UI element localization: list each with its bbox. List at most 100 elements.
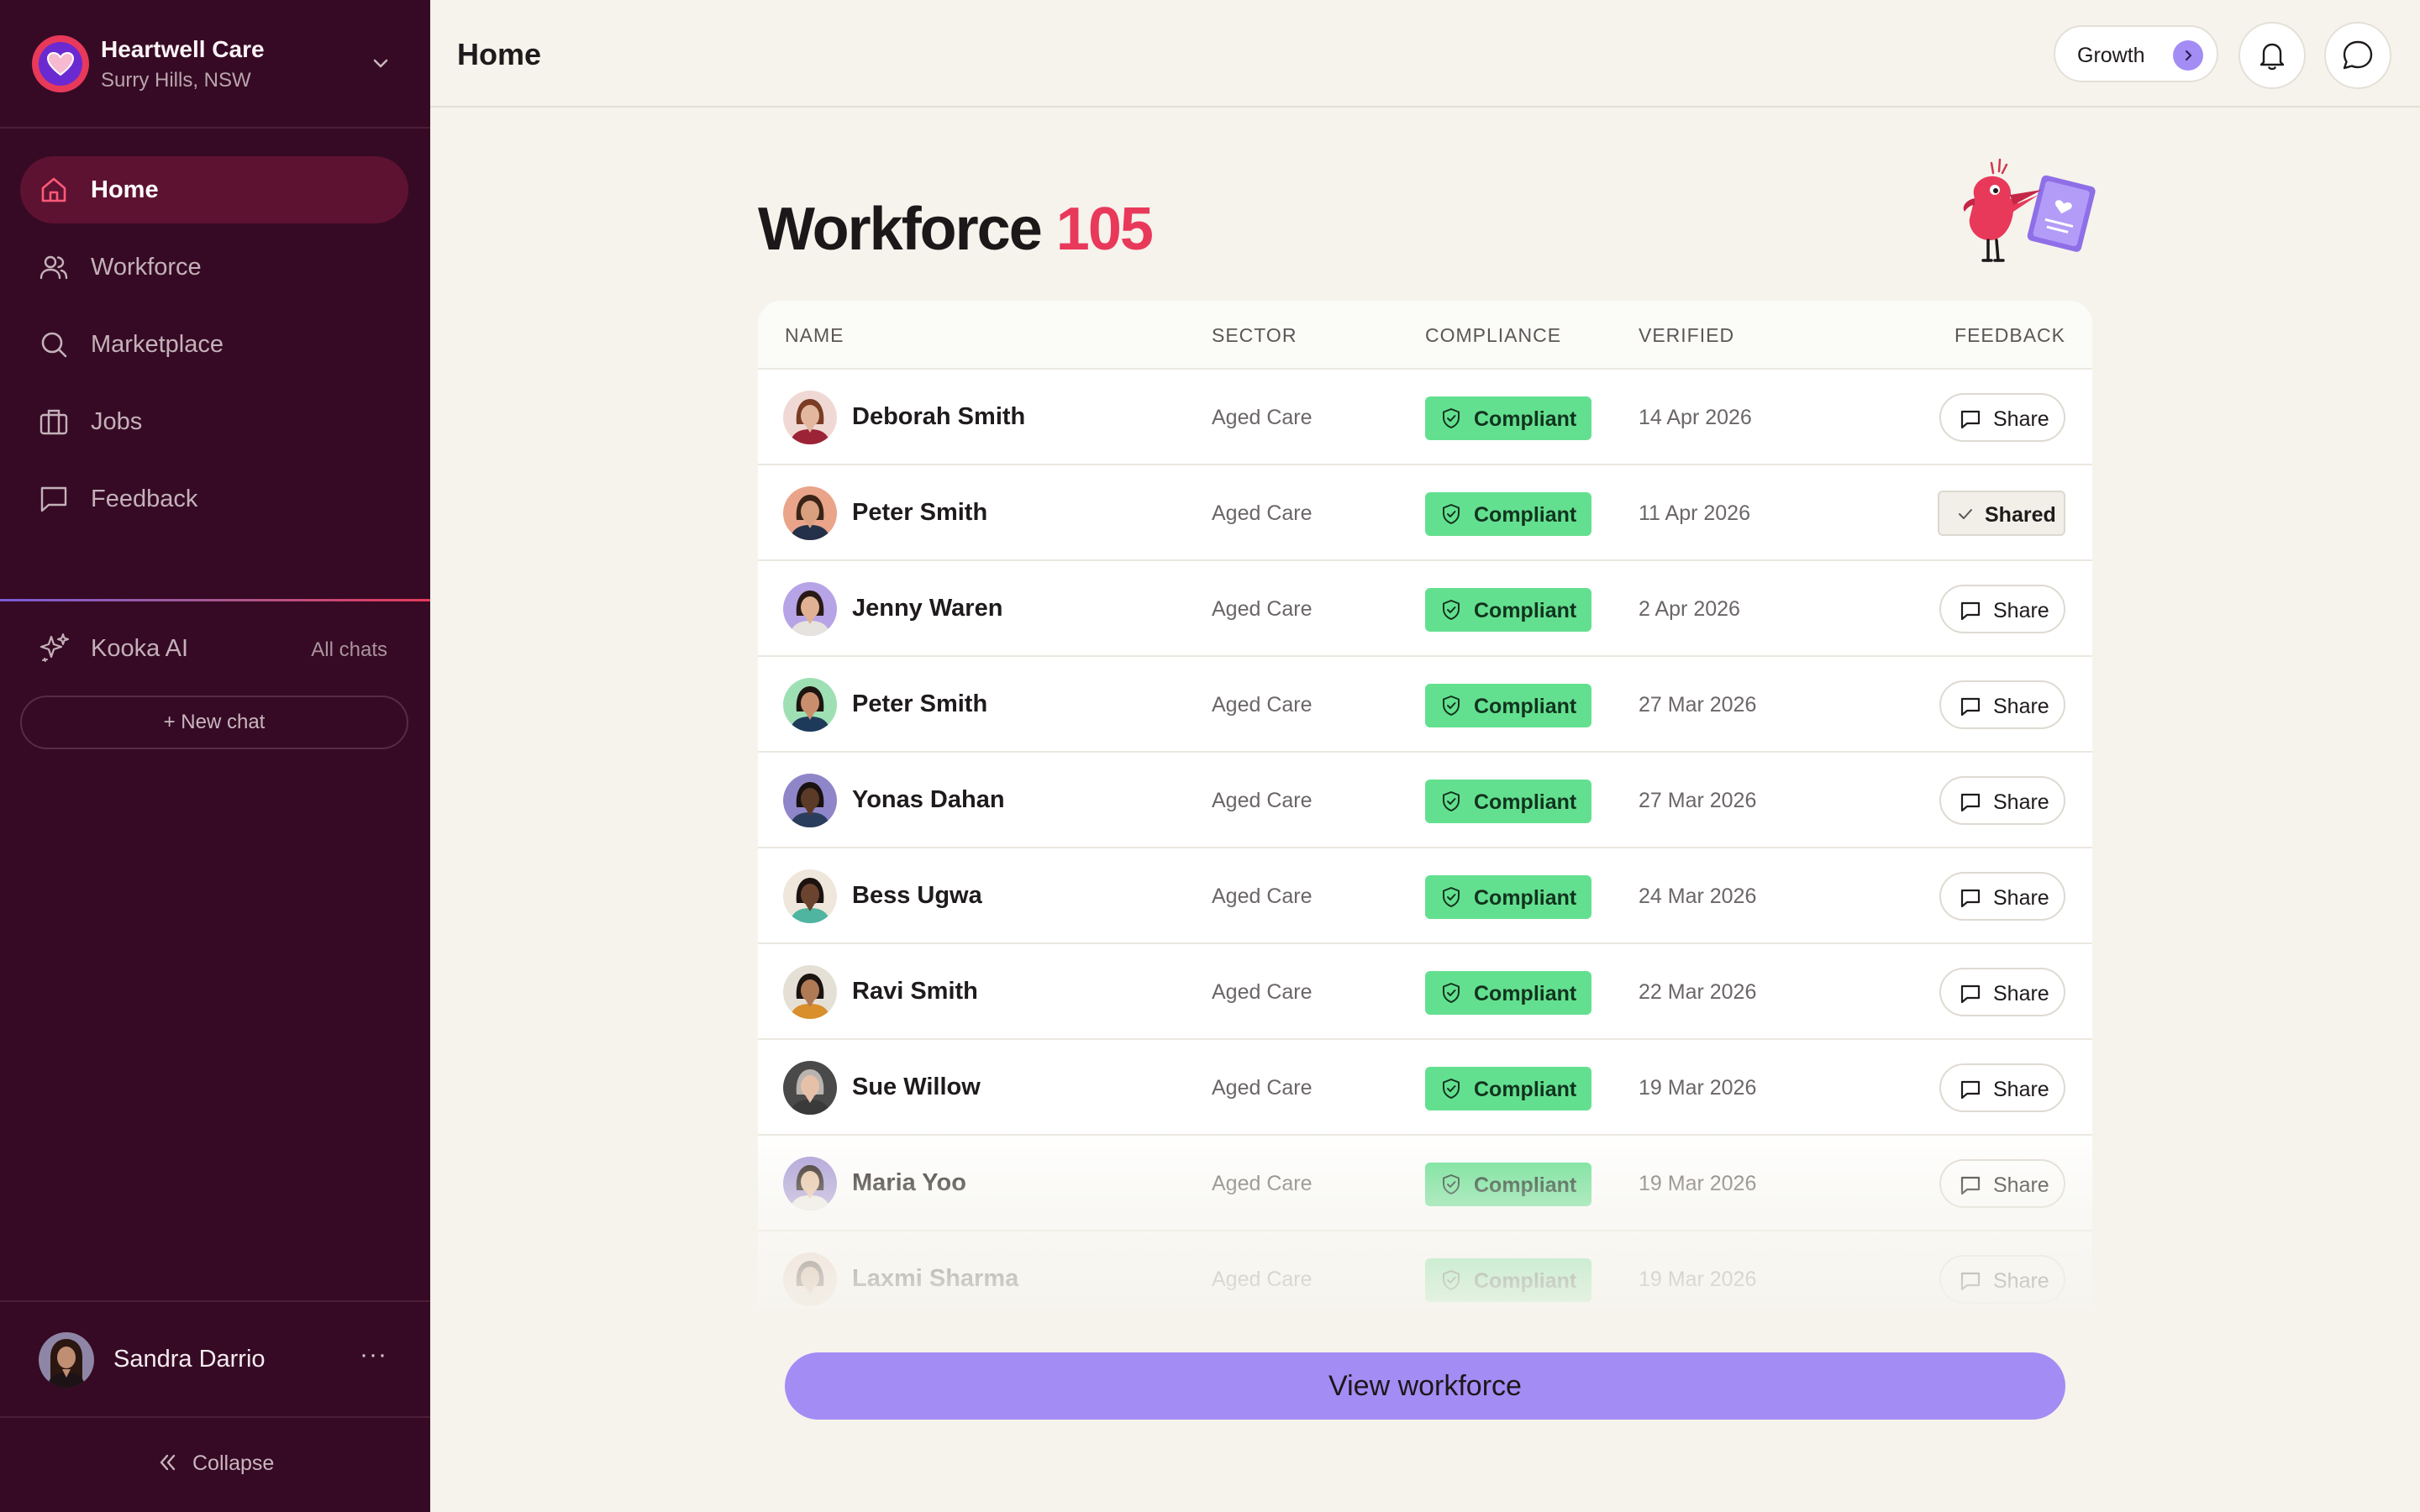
org-logo (32, 35, 89, 92)
status-badge: Compliant (1425, 684, 1591, 727)
verified-date: 11 Apr 2026 (1639, 501, 1750, 525)
compliance-label: Compliant (1474, 695, 1577, 718)
column-header-feedback[interactable]: FEEDBACK (1954, 324, 2065, 347)
org-switcher[interactable]: Heartwell Care Surry Hills, NSW (0, 0, 430, 129)
feedback-label: Share (1993, 886, 2049, 910)
shield-check-icon (1443, 983, 1460, 1003)
employee-name[interactable]: Jenny Waren (852, 595, 1002, 622)
avatar (783, 774, 837, 827)
bell-icon (2260, 43, 2285, 71)
chevrons-left-icon (160, 1454, 176, 1471)
share-feedback-button[interactable]: Share (1939, 1255, 2065, 1304)
all-chats-link[interactable]: All chats (311, 638, 387, 662)
sidebar-item-jobs[interactable]: Jobs (20, 388, 408, 455)
plan-button[interactable]: Growth (2054, 25, 2218, 82)
heart-icon (46, 51, 75, 76)
collapse-sidebar-button[interactable]: Collapse (0, 1445, 430, 1485)
column-header-name[interactable]: NAME (785, 324, 844, 347)
sidebar-item-workforce[interactable]: Workforce (20, 234, 408, 301)
table-row[interactable]: Yonas Dahan Aged Care Compliant 27 Mar 2… (758, 753, 2092, 848)
user-name: Sandra Darrio (113, 1346, 266, 1373)
table-row[interactable]: Deborah Smith Aged Care Compliant 14 Apr… (758, 370, 2092, 465)
avatar (783, 869, 837, 923)
workforce-heading: Workforce 105 (758, 195, 1154, 264)
column-header-compliance[interactable]: COMPLIANCE (1425, 324, 1561, 347)
verified-date: 19 Mar 2026 (1639, 1268, 1757, 1291)
sidebar-item-label: Workforce (91, 254, 202, 281)
shield-check-icon (1443, 1079, 1460, 1099)
share-feedback-button[interactable]: Share (1939, 393, 2065, 442)
employee-name[interactable]: Peter Smith (852, 499, 987, 527)
chevron-down-icon[interactable] (368, 50, 393, 76)
compliance-label: Compliant (1474, 1173, 1577, 1197)
table-header: NAME SECTOR COMPLIANCE VERIFIED FEEDBACK (758, 301, 2092, 370)
employee-name[interactable]: Laxmi Sharma (852, 1265, 1018, 1293)
employee-name[interactable]: Ravi Smith (852, 978, 978, 1005)
column-header-sector[interactable]: SECTOR (1212, 324, 1297, 347)
user-profile[interactable]: Sandra Darrio ··· (0, 1300, 430, 1418)
shield-check-icon (1443, 696, 1460, 716)
sidebar-item-label: Home (91, 176, 159, 203)
new-chat-button[interactable]: + New chat (20, 696, 408, 749)
message-square-icon (1960, 1272, 1981, 1291)
feedback-label: Share (1993, 599, 2049, 622)
feedback-label: Share (1993, 982, 2049, 1005)
sector-cell: Aged Care (1212, 1172, 1313, 1195)
verified-date: 22 Mar 2026 (1639, 980, 1757, 1004)
compliance-label: Compliant (1474, 886, 1577, 910)
share-feedback-button[interactable]: Share (1939, 1063, 2065, 1112)
status-badge: Compliant (1425, 492, 1591, 536)
compliance-label: Compliant (1474, 1269, 1577, 1293)
avatar (783, 1061, 837, 1115)
home-icon (41, 177, 66, 202)
sidebar-item-marketplace[interactable]: Marketplace (20, 311, 408, 378)
table-row[interactable]: Bess Ugwa Aged Care Compliant 24 Mar 202… (758, 848, 2092, 944)
table-row[interactable]: Ravi Smith Aged Care Compliant 22 Mar 20… (758, 944, 2092, 1040)
table-row[interactable]: Peter Smith Aged Care Compliant 11 Apr 2… (758, 465, 2092, 561)
status-badge: Compliant (1425, 875, 1591, 919)
sidebar-item-label: Jobs (91, 408, 143, 435)
kooka-ai-label[interactable]: Kooka AI (91, 635, 188, 663)
employee-name[interactable]: Deborah Smith (852, 403, 1025, 431)
share-feedback-button[interactable]: Share (1939, 776, 2065, 825)
sidebar-item-home[interactable]: Home (20, 156, 408, 223)
share-feedback-button[interactable]: Share (1939, 680, 2065, 729)
share-feedback-button[interactable]: Share (1939, 968, 2065, 1016)
view-workforce-button[interactable]: View workforce (785, 1352, 2065, 1420)
more-options-icon[interactable]: ··· (360, 1341, 387, 1369)
compliance-label: Compliant (1474, 982, 1577, 1005)
notifications-button[interactable] (2238, 22, 2306, 89)
table-row[interactable]: Jenny Waren Aged Care Compliant 2 Apr 20… (758, 561, 2092, 657)
sector-cell: Aged Care (1212, 789, 1313, 812)
chevron-right-icon (2173, 40, 2203, 71)
avatar (783, 1157, 837, 1210)
table-row[interactable]: Peter Smith Aged Care Compliant 27 Mar 2… (758, 657, 2092, 753)
org-name: Heartwell Care (101, 36, 265, 62)
table-row[interactable]: Sue Willow Aged Care Compliant 19 Mar 20… (758, 1040, 2092, 1136)
share-feedback-button[interactable]: Share (1939, 585, 2065, 633)
employee-name[interactable]: Yonas Dahan (852, 786, 1005, 814)
employee-name[interactable]: Peter Smith (852, 690, 987, 718)
verified-date: 27 Mar 2026 (1639, 789, 1757, 812)
table-row[interactable]: Laxmi Sharma Aged Care Compliant 19 Mar … (758, 1231, 2092, 1309)
chat-bubble-icon (2343, 40, 2373, 70)
shield-check-icon (1443, 1174, 1460, 1194)
column-header-verified[interactable]: VERIFIED (1639, 324, 1734, 347)
kooka-ai-section: Kooka AI All chats (0, 625, 430, 672)
share-feedback-button[interactable]: Share (1939, 1159, 2065, 1208)
heading-text: Workforce (758, 196, 1043, 263)
sparkles-icon (39, 633, 69, 662)
status-badge: Compliant (1425, 1258, 1591, 1302)
avatar (783, 678, 837, 732)
employee-name[interactable]: Maria Yoo (852, 1169, 966, 1197)
main-nav: Home Workforce Marketplace Jobs Feedback (20, 156, 408, 543)
feedback-shared-badge: Shared (1938, 491, 2065, 536)
employee-name[interactable]: Sue Willow (852, 1074, 981, 1101)
employee-name[interactable]: Bess Ugwa (852, 882, 982, 910)
sector-cell: Aged Care (1212, 1076, 1313, 1100)
sidebar-item-feedback[interactable]: Feedback (20, 465, 408, 533)
avatar (783, 391, 837, 444)
messages-button[interactable] (2324, 22, 2391, 89)
share-feedback-button[interactable]: Share (1939, 872, 2065, 921)
table-row[interactable]: Maria Yoo Aged Care Compliant 19 Mar 202… (758, 1136, 2092, 1231)
